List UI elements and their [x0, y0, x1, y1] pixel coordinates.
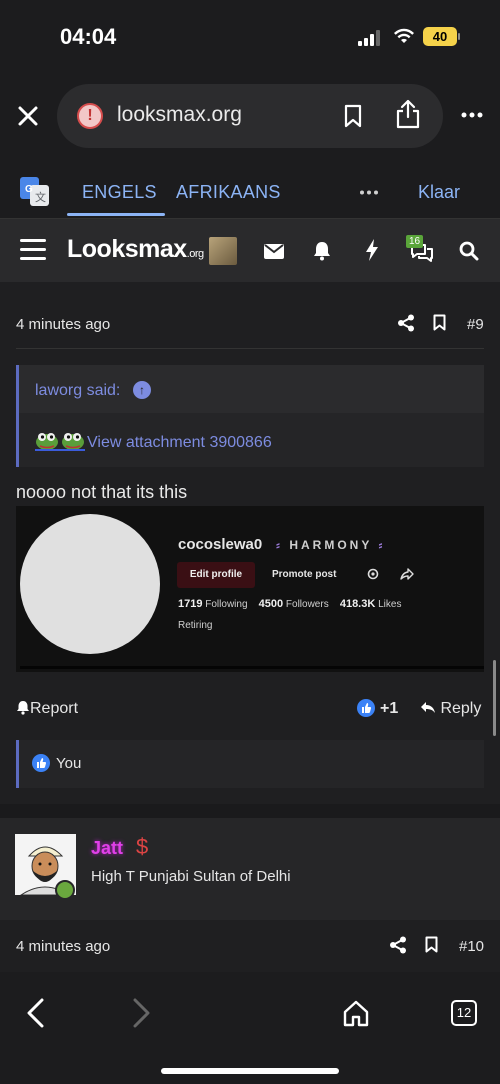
post-author-block: Jatt $ High T Punjabi Sultan of Delhi	[0, 818, 500, 920]
forward-icon	[400, 568, 414, 580]
tabs-button[interactable]: 12	[451, 1000, 477, 1026]
security-warning-icon[interactable]: !	[77, 103, 103, 129]
browser-bottom-toolbar: 12	[0, 972, 500, 1084]
back-icon[interactable]	[24, 997, 46, 1029]
settings-icon	[367, 568, 379, 580]
like-reaction-icon	[32, 754, 50, 772]
attachment-link[interactable]: View attachment 3900866	[87, 434, 272, 452]
embed-promote-post: Promote post	[272, 569, 337, 580]
search-icon[interactable]	[459, 241, 479, 261]
bell-icon[interactable]	[313, 241, 331, 261]
lightning-icon[interactable]	[365, 239, 379, 261]
translate-more-icon[interactable]	[359, 190, 379, 195]
browser-toolbar: ! looksmax.org	[0, 76, 500, 166]
tiktok-profile-screenshot[interactable]: cocoslewa0 ⸗ HARMONY ⸗ Edit profile Prom…	[16, 506, 484, 672]
reply-arrow-icon	[421, 702, 435, 713]
battery-level: 40	[432, 29, 448, 44]
google-translate-icon: G 文	[20, 177, 49, 206]
quote-author[interactable]: laworg said:	[35, 382, 120, 400]
bookmark-post-icon[interactable]	[433, 314, 446, 331]
tab-count: 12	[456, 1005, 472, 1020]
post-number[interactable]: #9	[467, 316, 484, 333]
home-icon[interactable]	[343, 999, 369, 1027]
reply-label: Reply	[440, 700, 482, 717]
translate-done-button[interactable]: Klaar	[418, 182, 460, 203]
home-indicator	[161, 1068, 339, 1074]
user-avatar[interactable]	[209, 237, 237, 265]
embed-username: cocoslewa0	[178, 536, 263, 553]
followers-count: 4500	[258, 598, 284, 610]
following-count: 1719	[178, 598, 203, 610]
embed-bio: Retiring	[178, 620, 213, 631]
quote-block: laworg said: ↑ View attachment 3900866	[16, 365, 484, 467]
quote-header: laworg said: ↑	[19, 365, 484, 413]
cellular-signal-icon	[358, 30, 382, 46]
embed-edit-profile-button: Edit profile	[177, 562, 255, 588]
url-text[interactable]: looksmax.org	[117, 103, 242, 127]
battery-indicator: 40	[423, 27, 457, 46]
bookmark-icon[interactable]	[343, 104, 363, 128]
site-logo[interactable]: Looksmax.org	[67, 235, 204, 264]
close-icon[interactable]	[14, 102, 42, 130]
likes-count: 418.3K	[339, 598, 376, 610]
share-icon[interactable]	[395, 98, 421, 130]
logo-main: Looksmax	[67, 235, 187, 263]
menu-icon[interactable]	[20, 239, 46, 261]
post-timestamp[interactable]: 4 minutes ago	[16, 316, 110, 333]
share-post-icon[interactable]	[397, 314, 415, 332]
embed-harmony-text: HARMONY	[289, 538, 373, 552]
embed-stats: 1719 Following 4500 Followers 418.3K Lik…	[178, 598, 401, 610]
reply-button[interactable]: Reply	[420, 700, 481, 718]
pepe-emoji-icon	[35, 433, 85, 451]
svg-text:G: G	[25, 184, 33, 195]
mail-icon[interactable]	[264, 244, 284, 259]
post-timestamp[interactable]: 4 minutes ago	[16, 938, 110, 955]
reaction-users[interactable]: You	[56, 755, 81, 772]
author-username[interactable]: Jatt	[91, 838, 123, 859]
post-number[interactable]: #10	[459, 938, 484, 955]
tab-language-source[interactable]: ENGELS	[82, 182, 157, 203]
bookmark-post-icon[interactable]	[425, 936, 438, 953]
translate-bar: G 文 ENGELS AFRIKAANS Klaar	[0, 166, 500, 218]
svg-text:文: 文	[35, 190, 46, 204]
logo-suffix: .org	[186, 248, 204, 260]
arrow-up-icon[interactable]: ↑	[133, 381, 151, 399]
followers-label: Followers	[285, 599, 329, 610]
share-post-icon[interactable]	[389, 936, 407, 954]
following-label: Following	[205, 599, 248, 610]
report-label: Report	[30, 700, 79, 717]
online-status-icon	[55, 880, 75, 900]
post-body-text: noooo not that its this	[16, 482, 188, 502]
site-header: Looksmax.org 16	[0, 218, 500, 282]
dollar-badge-icon: $	[136, 834, 149, 859]
embed-harmony-tag: ⸗ HARMONY ⸗	[276, 538, 386, 552]
author-title: High T Punjabi Sultan of Delhi	[91, 868, 291, 885]
address-bar[interactable]: ! looksmax.org	[57, 84, 443, 148]
profile-picture-placeholder	[20, 514, 160, 654]
like-reaction-icon[interactable]	[357, 699, 375, 717]
like-count[interactable]: +1	[380, 700, 398, 718]
conversations-badge: 16	[406, 235, 424, 248]
status-bar: 04:04 40	[0, 0, 500, 76]
status-time: 04:04	[60, 24, 117, 49]
thread-content: 4 minutes ago #9 laworg said: ↑ View att…	[0, 282, 500, 972]
forward-icon[interactable]	[131, 997, 153, 1029]
reactions-list[interactable]: You	[16, 740, 484, 788]
tab-language-target[interactable]: AFRIKAANS	[176, 182, 281, 203]
bell-report-icon	[17, 701, 29, 715]
more-options-icon[interactable]	[461, 112, 483, 118]
post-actions: Report +1 Reply	[16, 698, 484, 722]
likes-label: Likes	[378, 599, 402, 610]
active-tab-indicator	[67, 213, 165, 216]
report-button[interactable]: Report	[16, 700, 78, 718]
wifi-icon	[394, 28, 414, 43]
scrollbar[interactable]	[493, 660, 496, 736]
